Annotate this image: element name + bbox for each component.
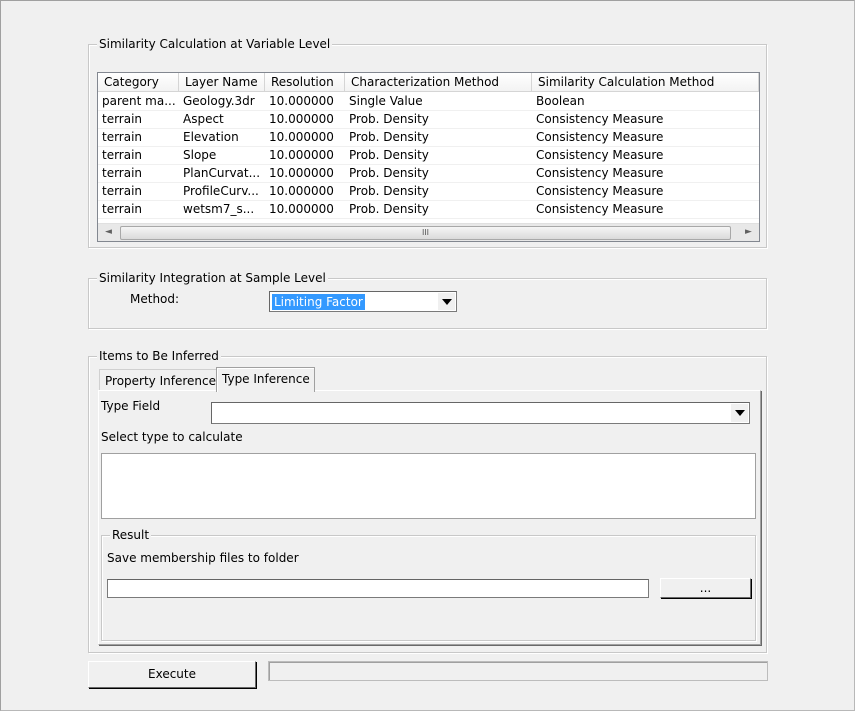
table-cell: 10.000000 bbox=[269, 130, 334, 144]
table-cell: Prob. Density bbox=[349, 130, 429, 144]
table-cell: Aspect bbox=[183, 112, 224, 126]
table-cell: 10.000000 bbox=[269, 166, 334, 180]
table-cell: Consistency Measure bbox=[536, 166, 664, 180]
table-row[interactable]: terrain ProfileCurv... 10.000000 Prob. Dens… bbox=[98, 183, 759, 201]
table-cell: Consistency Measure bbox=[536, 202, 664, 216]
table-cell: 10.000000 bbox=[269, 94, 334, 108]
variable-level-group: Similarity Calculation at Variable Level… bbox=[88, 37, 767, 248]
folder-path-input[interactable] bbox=[107, 579, 649, 598]
table-cell: Consistency Measure bbox=[536, 112, 664, 126]
table-cell: Consistency Measure bbox=[536, 148, 664, 162]
table-cell: Prob. Density bbox=[349, 166, 429, 180]
table-cell: terrain bbox=[102, 166, 143, 180]
column-header-similarity-method[interactable]: Similarity Calculation Method bbox=[532, 73, 759, 92]
table-cell: terrain bbox=[102, 130, 143, 144]
table-cell: Geology.3dr bbox=[183, 94, 255, 108]
table-cell: 10.000000 bbox=[269, 112, 334, 126]
table-cell: Consistency Measure bbox=[536, 184, 664, 198]
scrollbar-thumb[interactable]: III bbox=[120, 226, 731, 240]
type-list-box[interactable] bbox=[101, 453, 756, 519]
table-cell: 10.000000 bbox=[269, 202, 334, 216]
table-cell: Prob. Density bbox=[349, 202, 429, 216]
table-cell: terrain bbox=[102, 112, 143, 126]
tab-property-inference[interactable]: Property Inference bbox=[99, 369, 217, 391]
table-cell: 10.000000 bbox=[269, 148, 334, 162]
table-row[interactable]: terrain wetsm7_s... 10.000000 Prob. Density… bbox=[98, 201, 759, 219]
table-cell: Elevation bbox=[183, 130, 239, 144]
progress-bar bbox=[268, 661, 768, 681]
table-cell: terrain bbox=[102, 184, 143, 198]
method-select[interactable]: Limiting Factor bbox=[269, 291, 457, 312]
list-rows: parent ma... Geology.3dr 10.000000 Single V… bbox=[98, 93, 759, 219]
table-cell: Single Value bbox=[349, 94, 423, 108]
column-header-category[interactable]: Category bbox=[98, 73, 179, 92]
chevron-down-icon[interactable] bbox=[437, 293, 455, 310]
table-cell: Prob. Density bbox=[349, 148, 429, 162]
dialog-window: Similarity Calculation at Variable Level… bbox=[0, 0, 855, 711]
table-cell: Prob. Density bbox=[349, 184, 429, 198]
save-folder-label: Save membership files to folder bbox=[107, 551, 299, 565]
table-cell: Consistency Measure bbox=[536, 130, 664, 144]
inferred-items-group: Items to Be Inferred Property Inference … bbox=[88, 349, 767, 653]
table-row[interactable]: terrain Slope 10.000000 Prob. Density Consis… bbox=[98, 147, 759, 165]
method-value: Limiting Factor bbox=[272, 294, 365, 310]
variable-list-view[interactable]: Category Layer Name Resolution Character… bbox=[97, 72, 760, 242]
scroll-left-icon[interactable]: ◄ bbox=[100, 224, 117, 241]
list-header: Category Layer Name Resolution Character… bbox=[98, 73, 759, 93]
method-label: Method: bbox=[130, 292, 180, 306]
tab-type-inference[interactable]: Type Inference bbox=[216, 367, 315, 392]
table-cell: Slope bbox=[183, 148, 217, 162]
result-group: Result Save membership files to folder .… bbox=[101, 528, 756, 641]
column-header-layer-name[interactable]: Layer Name bbox=[179, 73, 265, 92]
scroll-right-icon[interactable]: ► bbox=[740, 224, 757, 241]
inferred-items-group-title: Items to Be Inferred bbox=[97, 349, 221, 364]
result-group-title: Result bbox=[110, 528, 152, 543]
type-field-select[interactable] bbox=[211, 402, 750, 424]
integration-group: Similarity Integration at Sample Level M… bbox=[88, 271, 767, 329]
variable-level-group-title: Similarity Calculation at Variable Level bbox=[97, 37, 333, 52]
table-cell: Boolean bbox=[536, 94, 585, 108]
table-cell: Prob. Density bbox=[349, 112, 429, 126]
browse-folder-button[interactable]: ... bbox=[660, 578, 751, 598]
column-header-resolution[interactable]: Resolution bbox=[265, 73, 345, 92]
grip-icon: III bbox=[421, 228, 430, 237]
type-field-label: Type Field bbox=[101, 399, 161, 413]
select-type-label: Select type to calculate bbox=[101, 430, 243, 444]
table-row[interactable]: terrain Elevation 10.000000 Prob. Density Co… bbox=[98, 129, 759, 147]
table-cell: parent ma... bbox=[102, 94, 176, 108]
column-header-characterization-method[interactable]: Characterization Method bbox=[345, 73, 532, 92]
table-cell: ProfileCurv... bbox=[183, 184, 259, 198]
table-cell: PlanCurvat... bbox=[183, 166, 261, 180]
execute-button[interactable]: Execute bbox=[88, 661, 256, 688]
table-cell: wetsm7_s... bbox=[183, 202, 255, 216]
integration-group-title: Similarity Integration at Sample Level bbox=[97, 271, 328, 286]
chevron-down-icon[interactable] bbox=[730, 404, 748, 422]
type-inference-panel: Type Field Select type to calculate Resu… bbox=[98, 390, 761, 645]
table-cell: terrain bbox=[102, 202, 143, 216]
table-row[interactable]: terrain PlanCurvat... 10.000000 Prob. Densi… bbox=[98, 165, 759, 183]
horizontal-scrollbar[interactable]: ◄ III ► bbox=[98, 223, 759, 241]
table-row[interactable]: terrain Aspect 10.000000 Prob. Density Consi… bbox=[98, 111, 759, 129]
table-row[interactable]: parent ma... Geology.3dr 10.000000 Single V… bbox=[98, 93, 759, 111]
table-cell: terrain bbox=[102, 148, 143, 162]
table-cell: 10.000000 bbox=[269, 184, 334, 198]
